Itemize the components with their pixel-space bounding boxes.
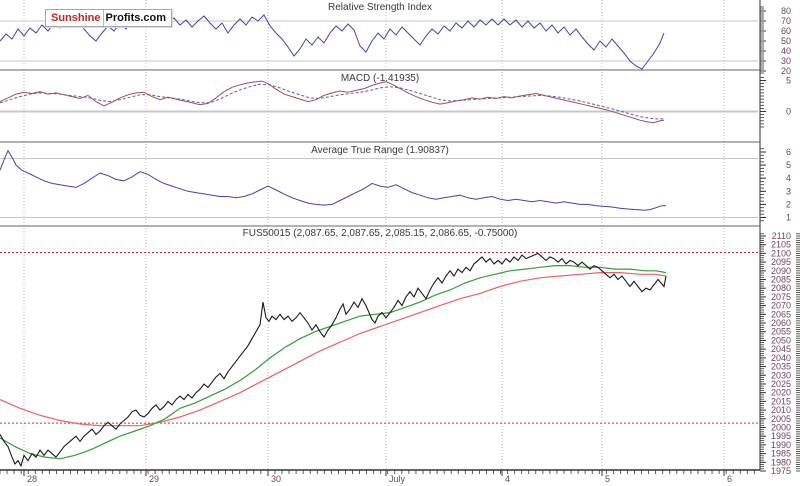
logo[interactable]: Sunshine Profits.com <box>45 9 173 27</box>
axis-label: 1 <box>786 213 791 223</box>
axis-label: 6 <box>786 147 791 157</box>
axis-label: 70 <box>781 16 791 26</box>
axis-label: 4 <box>505 474 510 484</box>
macd-title: MACD (-1.41935) <box>340 73 420 84</box>
chart-screen: 28 29 30 July 4 5 6 80 70 60 50 40 30 20 5 0 6 5 4 3 2 1 2110 2… <box>0 0 800 486</box>
axis-label: 50 <box>781 36 791 46</box>
price-line <box>0 252 667 468</box>
axis-label: 5 <box>605 474 610 484</box>
axis-label: 30 <box>781 56 791 66</box>
axis-label: 80 <box>781 6 791 16</box>
axis-label: 1975 <box>771 466 791 476</box>
macd-line <box>0 80 665 124</box>
logo-sunshine: Sunshine <box>51 12 101 24</box>
axis-label: 6 <box>727 474 732 484</box>
axis-label: 2 <box>786 199 791 209</box>
rsi-y-axis: 80706050403020 <box>760 6 791 76</box>
axis-label: 4 <box>786 173 791 183</box>
axis-label: 5 <box>786 160 791 170</box>
axis-label: 28 <box>27 474 37 484</box>
logo-profits: Profits.com <box>102 10 172 26</box>
price-panel <box>0 252 758 468</box>
macd-signal-line <box>0 83 664 120</box>
price-title: FUS50015 (2,087.65, 2,087.65, 2,085.15, … <box>242 228 518 239</box>
atr-title: Average True Range (1.90837) <box>311 145 449 156</box>
axis-label: 3 <box>786 186 791 196</box>
ma-fast-line <box>0 265 667 460</box>
axis-label: 29 <box>149 474 159 484</box>
atr-panel <box>0 149 666 211</box>
price-y-axis: 2110210521002095209020852080207520702065… <box>760 231 800 476</box>
macd-y-axis: 50 <box>760 76 791 128</box>
axis-label: 0 <box>786 107 791 117</box>
atr-y-axis: 6 5 4 3 2 1 <box>760 147 791 223</box>
macd-panel <box>0 80 665 124</box>
axis-label: 20 <box>781 66 791 76</box>
axis-label: 40 <box>781 46 791 56</box>
axis-label: 5 <box>786 76 791 86</box>
axis-label: 60 <box>781 26 791 36</box>
ma-slow-line <box>0 272 667 427</box>
gridlines <box>0 20 758 218</box>
atr-line <box>0 149 666 211</box>
axis-label: July <box>389 474 406 484</box>
axis-label: 30 <box>271 474 281 484</box>
